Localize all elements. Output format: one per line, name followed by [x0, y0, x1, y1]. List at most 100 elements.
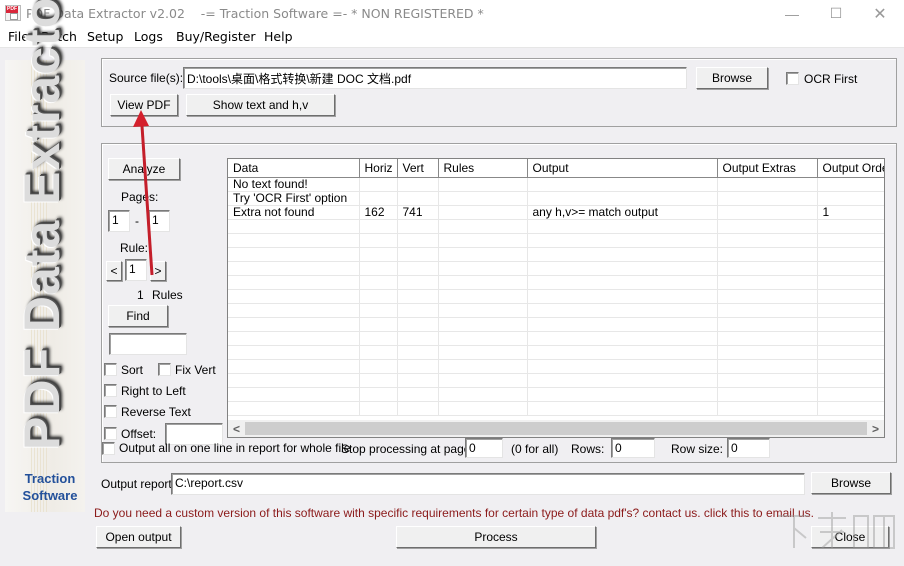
menu-help[interactable]: Help [264, 29, 293, 44]
source-file-input[interactable]: D:\tools\桌面\格式转换\新建 DOC 文档.pdf [183, 67, 687, 89]
empty-cell[interactable] [397, 261, 439, 276]
empty-cell[interactable] [397, 401, 439, 416]
empty-cell[interactable] [397, 373, 439, 388]
column-header-vert[interactable]: Vert [397, 159, 439, 178]
empty-cell[interactable] [397, 275, 439, 290]
empty-cell[interactable] [228, 233, 360, 248]
empty-cell[interactable] [717, 331, 818, 346]
menu-logs[interactable]: Logs [134, 29, 163, 44]
empty-cell[interactable] [717, 387, 818, 402]
empty-cell[interactable] [817, 261, 884, 276]
empty-cell[interactable] [397, 289, 439, 304]
empty-cell[interactable] [717, 373, 818, 388]
empty-cell[interactable] [228, 275, 360, 290]
close-button[interactable]: Close [811, 526, 889, 548]
cell-output[interactable]: any h,v>= match output [527, 205, 718, 220]
empty-cell[interactable] [438, 331, 528, 346]
empty-cell[interactable] [717, 345, 818, 360]
empty-cell[interactable] [359, 387, 398, 402]
empty-cell[interactable] [717, 275, 818, 290]
grid-horizontal-scrollbar[interactable]: < > [228, 420, 884, 437]
empty-cell[interactable] [817, 359, 884, 374]
empty-cell[interactable] [817, 219, 884, 234]
cell-data[interactable]: No text found! [228, 177, 360, 192]
empty-cell[interactable] [527, 261, 718, 276]
empty-cell[interactable] [359, 289, 398, 304]
contact-email-link[interactable]: Do you need a custom version of this sof… [94, 506, 814, 520]
column-header-rules[interactable]: Rules [438, 159, 528, 178]
empty-cell[interactable] [717, 303, 818, 318]
empty-cell[interactable] [228, 387, 360, 402]
empty-cell[interactable] [817, 247, 884, 262]
empty-cell[interactable] [438, 219, 528, 234]
column-header-horiz[interactable]: Horiz [359, 159, 398, 178]
menu-setup[interactable]: Setup [87, 29, 123, 44]
empty-cell[interactable] [717, 401, 818, 416]
empty-cell[interactable] [438, 387, 528, 402]
table-row[interactable]: Extra not found 162 741 any h,v>= match out… [228, 205, 884, 220]
menu-buy-register[interactable]: Buy/Register [176, 29, 256, 44]
empty-cell[interactable] [228, 247, 360, 262]
stop-page-input[interactable]: 0 [465, 438, 503, 458]
cell-horiz[interactable]: 162 [359, 205, 398, 220]
cell-horiz[interactable] [359, 177, 398, 192]
cell-output-order[interactable] [817, 191, 884, 206]
view-pdf-button[interactable]: View PDF [110, 94, 178, 116]
cell-vert[interactable] [397, 191, 439, 206]
empty-cell[interactable] [228, 261, 360, 276]
empty-cell[interactable] [228, 303, 360, 318]
empty-cell[interactable] [438, 359, 528, 374]
empty-cell[interactable] [359, 345, 398, 360]
empty-cell[interactable] [817, 317, 884, 332]
empty-table-row[interactable] [228, 359, 884, 374]
one-line-checkbox[interactable] [102, 442, 115, 455]
empty-cell[interactable] [228, 289, 360, 304]
rows-input[interactable]: 0 [611, 438, 655, 458]
ocr-first-checkbox[interactable] [786, 72, 799, 85]
empty-cell[interactable] [817, 331, 884, 346]
cell-horiz[interactable] [359, 191, 398, 206]
empty-cell[interactable] [438, 289, 528, 304]
empty-table-row[interactable] [228, 233, 884, 248]
empty-cell[interactable] [359, 317, 398, 332]
empty-table-row[interactable] [228, 331, 884, 346]
empty-cell[interactable] [717, 233, 818, 248]
empty-cell[interactable] [359, 219, 398, 234]
analyze-button[interactable]: Analyze [108, 158, 180, 180]
empty-cell[interactable] [359, 247, 398, 262]
output-browse-button[interactable]: Browse [811, 472, 891, 494]
reverse-text-checkbox[interactable] [104, 405, 117, 418]
process-button[interactable]: Process [396, 526, 596, 548]
empty-cell[interactable] [397, 219, 439, 234]
table-row[interactable]: Try 'OCR First' option [228, 191, 884, 206]
cell-output-extras[interactable] [717, 191, 818, 206]
empty-cell[interactable] [527, 359, 718, 374]
sort-checkbox[interactable] [104, 363, 117, 376]
cell-vert[interactable] [397, 177, 439, 192]
empty-cell[interactable] [397, 359, 439, 374]
maximize-button[interactable]: ☐ [814, 0, 858, 27]
cell-vert[interactable]: 741 [397, 205, 439, 220]
empty-table-row[interactable] [228, 219, 884, 234]
cell-output-extras[interactable] [717, 205, 818, 220]
empty-cell[interactable] [717, 317, 818, 332]
empty-cell[interactable] [527, 331, 718, 346]
empty-cell[interactable] [817, 233, 884, 248]
empty-cell[interactable] [438, 373, 528, 388]
empty-cell[interactable] [359, 261, 398, 276]
cell-output-order[interactable] [817, 177, 884, 192]
empty-cell[interactable] [717, 247, 818, 262]
empty-cell[interactable] [717, 289, 818, 304]
empty-cell[interactable] [359, 233, 398, 248]
empty-cell[interactable] [527, 219, 718, 234]
empty-cell[interactable] [397, 247, 439, 262]
results-grid[interactable]: Data Horiz Vert Rules Output Output Extr… [227, 158, 885, 438]
empty-cell[interactable] [438, 401, 528, 416]
row-size-input[interactable]: 0 [727, 438, 770, 458]
output-report-input[interactable]: C:\report.csv [171, 473, 805, 495]
empty-table-row[interactable] [228, 261, 884, 276]
empty-cell[interactable] [438, 317, 528, 332]
empty-cell[interactable] [228, 401, 360, 416]
empty-cell[interactable] [359, 303, 398, 318]
empty-cell[interactable] [228, 345, 360, 360]
